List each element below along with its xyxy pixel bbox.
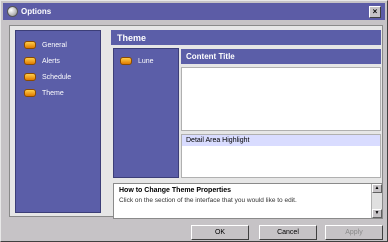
orange-pill-icon: [24, 73, 36, 81]
sidebar-item-general[interactable]: General: [16, 37, 100, 53]
content-title-region[interactable]: Content Title: [181, 49, 381, 64]
sidebar-item-label: Schedule: [42, 73, 72, 81]
help-box: How to Change Theme Properties Click on …: [113, 183, 383, 219]
window-title: Options: [21, 7, 52, 16]
sidebar-item-label: Alerts: [42, 57, 60, 65]
options-window: Options × General Alerts Schedule Theme …: [0, 0, 388, 242]
scroll-up-icon[interactable]: ▲: [372, 184, 382, 193]
sidebar-item-label: Theme: [42, 89, 64, 97]
preview-list-label: Lune: [138, 57, 154, 65]
sidebar-item-alerts[interactable]: Alerts: [16, 53, 100, 69]
orange-pill-icon: [24, 89, 36, 97]
detail-area-highlight[interactable]: Detail Area Highlight: [182, 135, 380, 146]
orange-pill-icon: [24, 57, 36, 65]
help-text: Click on the section of the interface th…: [119, 197, 297, 204]
content-area-region[interactable]: [181, 67, 381, 131]
close-icon[interactable]: ×: [369, 5, 381, 18]
help-scrollbar[interactable]: ▲ ▼: [371, 184, 382, 218]
app-icon: [7, 6, 18, 17]
help-title: How to Change Theme Properties: [119, 187, 232, 194]
sidebar-item-label: General: [42, 41, 67, 49]
detail-area-region[interactable]: Detail Area Highlight: [181, 134, 381, 178]
sidebar-item-schedule[interactable]: Schedule: [16, 69, 100, 85]
sidebar: General Alerts Schedule Theme: [15, 30, 101, 213]
sidebar-item-theme[interactable]: Theme: [16, 85, 100, 101]
theme-preview-panel[interactable]: Lune: [113, 48, 179, 178]
theme-header: Theme: [111, 30, 381, 45]
preview-list-item[interactable]: Lune: [114, 55, 178, 67]
apply-button[interactable]: Apply: [325, 225, 383, 240]
cancel-button[interactable]: Cancel: [259, 225, 317, 240]
title-bar[interactable]: Options ×: [3, 3, 385, 20]
orange-pill-icon: [24, 41, 36, 49]
ok-button[interactable]: OK: [191, 225, 249, 240]
orange-pill-icon: [120, 57, 132, 65]
scroll-down-icon[interactable]: ▼: [372, 209, 382, 218]
